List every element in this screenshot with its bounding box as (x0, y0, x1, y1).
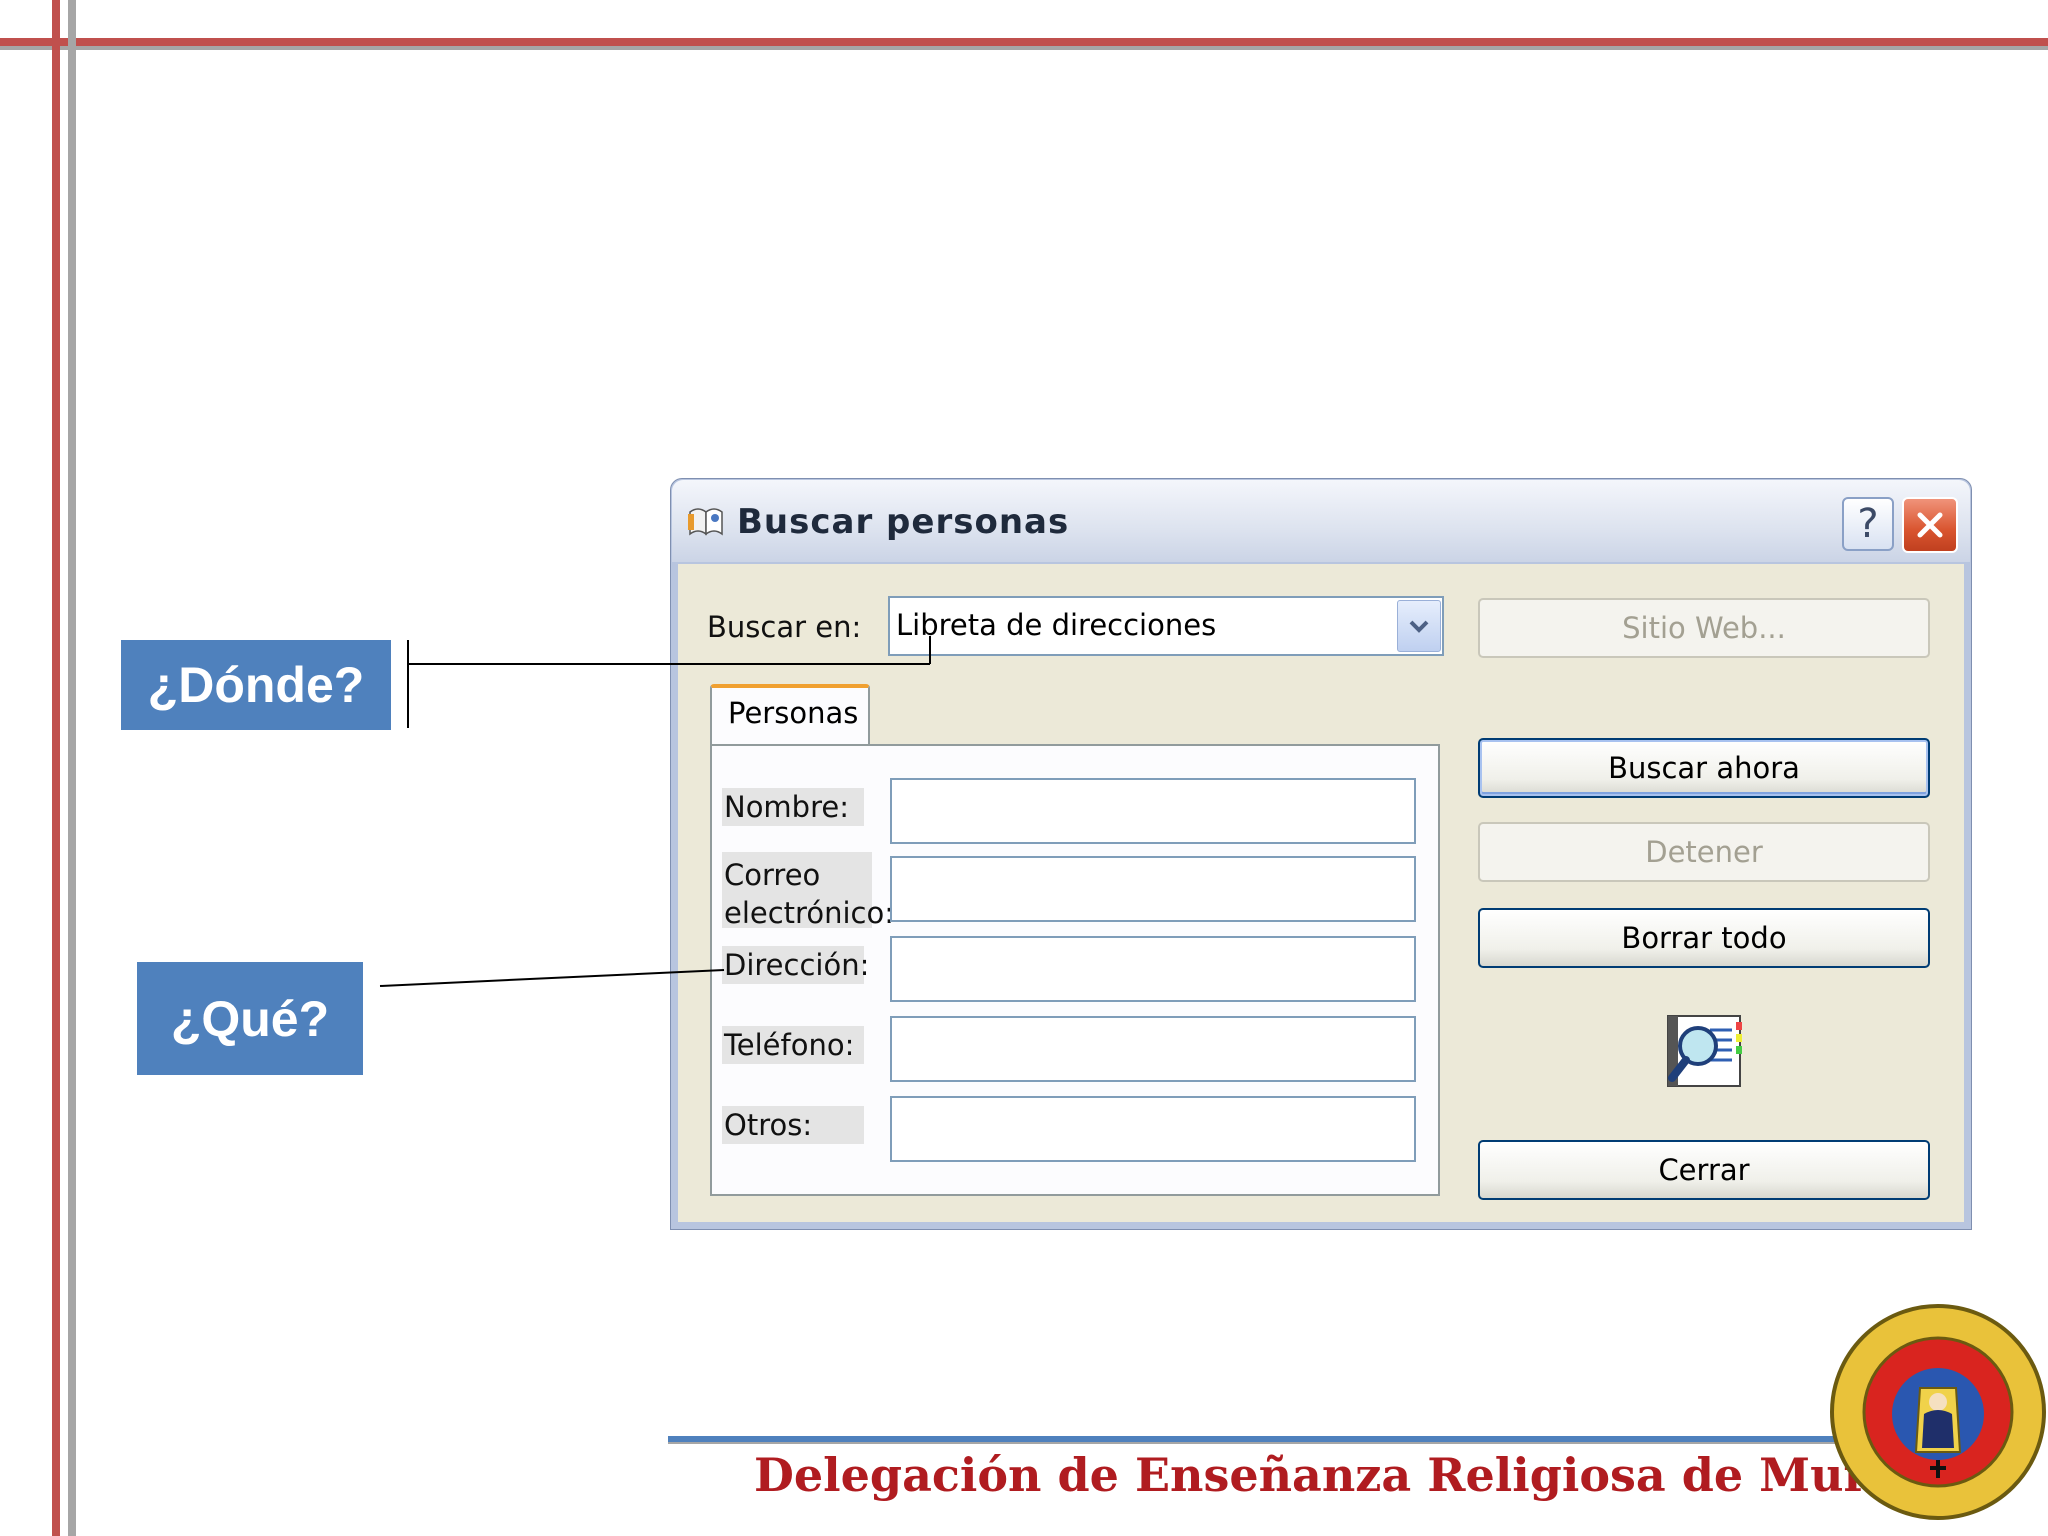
callout-connectors (379, 636, 931, 987)
diocese-seal-logo (1828, 1302, 2048, 1522)
que-connector (379, 969, 725, 987)
footer-rule-shadow (668, 1442, 1848, 1444)
footer-title: Delegación de Enseñanza Religiosa de Mur… (754, 1448, 1944, 1502)
